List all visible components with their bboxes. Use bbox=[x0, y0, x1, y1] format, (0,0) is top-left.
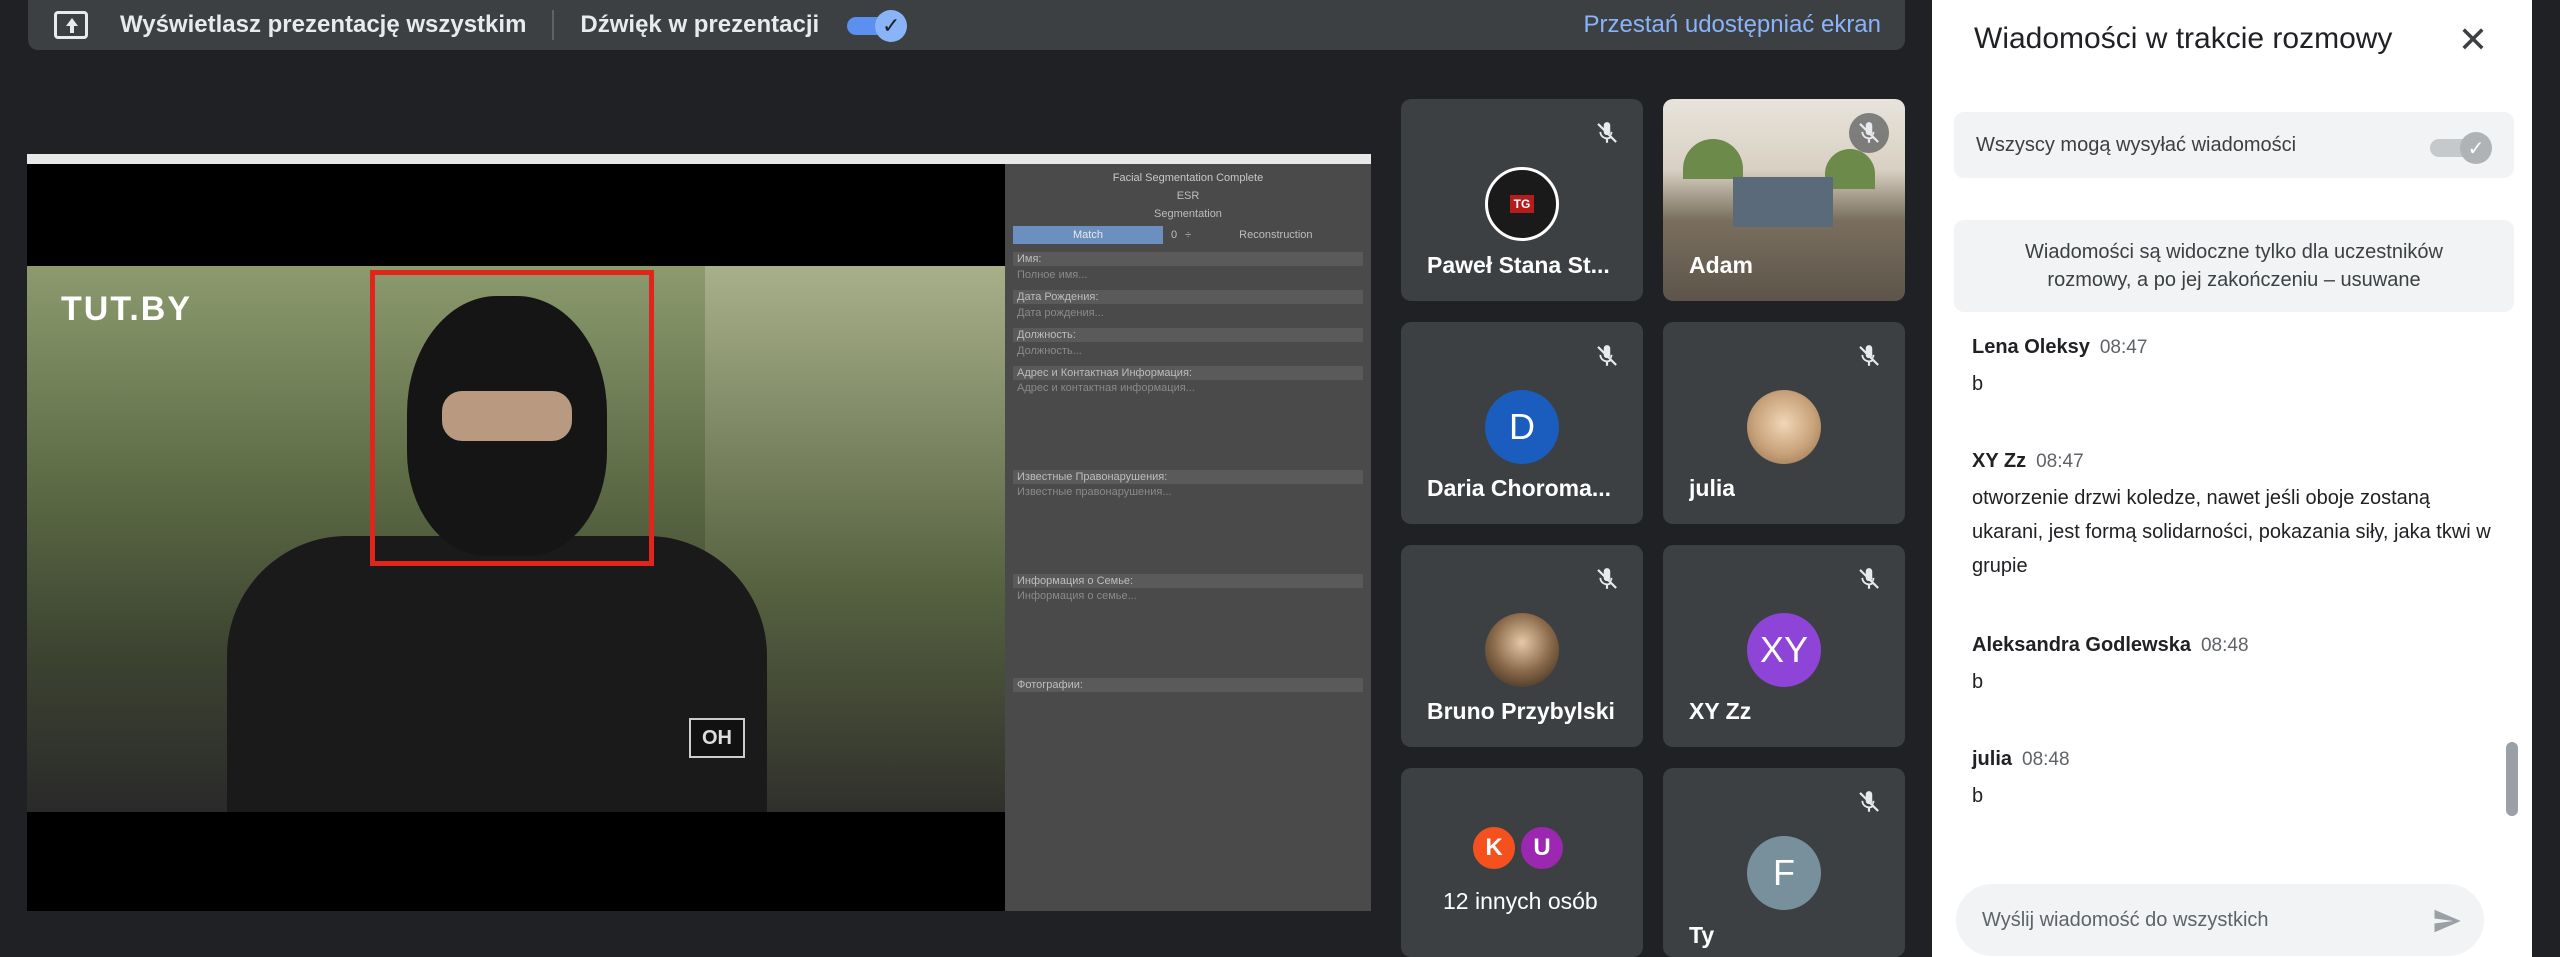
chat-message: julia 08:48 b bbox=[1972, 748, 2492, 813]
presenting-bar: Wyświetlasz prezentację wszystkim Dźwięk… bbox=[28, 0, 1905, 50]
send-icon[interactable] bbox=[2432, 906, 2462, 936]
avatar: XY bbox=[1747, 613, 1821, 687]
shared-screen: TUT.BY OH Facial Segmentation Complete E… bbox=[27, 154, 1371, 911]
room-screen bbox=[1733, 177, 1833, 227]
field-input-name[interactable]: Полное имя... bbox=[1013, 268, 1363, 282]
field-input-offenses[interactable]: Известные правонарушения... bbox=[1013, 486, 1363, 566]
chat-input[interactable] bbox=[1982, 902, 2422, 938]
panel-line-segmentation: Segmentation bbox=[1154, 208, 1222, 220]
panel-line-esr: ESR bbox=[1176, 190, 1200, 202]
face-detection-box bbox=[370, 270, 654, 566]
panel-title: Facial Segmentation Complete bbox=[1112, 172, 1264, 184]
participant-tile[interactable]: D Daria Choroma... bbox=[1401, 322, 1643, 524]
field-label-position: Должность: bbox=[1013, 328, 1363, 342]
spin-icon[interactable]: ÷ bbox=[1185, 229, 1191, 241]
match-row: Match 0 ÷ Reconstruction bbox=[1013, 226, 1363, 244]
permission-label: Wszyscy mogą wysyłać wiadomości bbox=[1976, 133, 2297, 156]
avatar: F bbox=[1747, 836, 1821, 910]
mic-off-icon bbox=[1849, 782, 1889, 822]
audio-label: Dźwięk w prezentacji bbox=[580, 11, 820, 38]
match-value: 0 bbox=[1171, 229, 1178, 241]
participant-name: Adam bbox=[1689, 252, 1753, 278]
participant-tile[interactable]: julia bbox=[1663, 322, 1905, 524]
field-label-address: Адрес и Контактная Информация: bbox=[1013, 366, 1363, 380]
participant-tile[interactable]: Adam bbox=[1663, 99, 1905, 301]
match-button[interactable]: Match bbox=[1013, 226, 1163, 244]
chat-input-container bbox=[1956, 884, 2484, 956]
mic-off-icon bbox=[1587, 113, 1627, 153]
message-author: XY Zz bbox=[1972, 450, 2027, 472]
message-text: b bbox=[1972, 671, 1984, 693]
video-frame: TUT.BY OH bbox=[27, 266, 1005, 812]
message-text: b bbox=[1972, 785, 1984, 807]
mic-off-icon bbox=[1849, 336, 1889, 376]
person-body bbox=[227, 536, 767, 812]
window-titlebar bbox=[27, 154, 1371, 164]
message-time: 08:48 bbox=[2200, 635, 2249, 656]
message-time: 08:48 bbox=[2022, 749, 2070, 770]
uniform-patch: OH bbox=[689, 718, 745, 758]
avatar: D bbox=[1485, 390, 1559, 464]
field-input-family[interactable]: Информация о семье... bbox=[1013, 590, 1363, 670]
participant-name: Ty bbox=[1689, 922, 1715, 948]
avatar bbox=[1485, 613, 1559, 687]
mic-off-icon bbox=[1849, 559, 1889, 599]
message-time: 08:47 bbox=[2099, 337, 2148, 358]
field-label-name: Имя: bbox=[1013, 252, 1363, 266]
present-to-all-icon bbox=[54, 11, 88, 39]
field-label-offenses: Известные Правонарушения: bbox=[1013, 470, 1363, 484]
audio-toggle[interactable]: ✓ bbox=[847, 10, 908, 42]
plant-left bbox=[1683, 139, 1743, 179]
chat-message: Lena Oleksy 08:47 b bbox=[1972, 336, 2492, 401]
field-label-photos: Фотографии: bbox=[1013, 678, 1363, 692]
field-input-dob[interactable]: Дата рождения... bbox=[1013, 306, 1363, 320]
reconstruction-button[interactable]: Reconstruction bbox=[1239, 229, 1312, 241]
chat-permission-row: Wszyscy mogą wysyłać wiadomości ✓ bbox=[1954, 112, 2514, 178]
check-icon: ✓ bbox=[875, 10, 908, 42]
participant-name: Daria Choroma... bbox=[1427, 475, 1612, 501]
participant-name: Paweł Stana St... bbox=[1427, 252, 1610, 278]
chat-message: Aleksandra Godlewska 08:48 b bbox=[1972, 634, 2492, 699]
segmentation-panel: Facial Segmentation Complete ESR Segment… bbox=[1005, 164, 1371, 911]
mic-off-icon bbox=[1587, 559, 1627, 599]
others-tile[interactable]: K U 12 innych osób bbox=[1401, 768, 1643, 957]
message-text: otworzenie drzwi koledze, nawet jeśli ob… bbox=[1972, 487, 2491, 577]
chat-scrollbar[interactable] bbox=[2506, 742, 2518, 816]
field-label-dob: Дата Рождения: bbox=[1013, 290, 1363, 304]
message-author: Lena Oleksy bbox=[1972, 336, 2090, 358]
close-icon[interactable]: ✕ bbox=[2458, 20, 2488, 60]
avatar-badge: TG bbox=[1509, 195, 1535, 213]
others-count-label: 12 innych osób bbox=[1443, 888, 1598, 914]
stop-sharing-button[interactable]: Przestań udostępniać ekran bbox=[1583, 11, 1881, 39]
avatar: TG bbox=[1485, 167, 1559, 241]
participant-tile[interactable]: XY XY Zz bbox=[1663, 545, 1905, 747]
tv-logo: TUT.BY bbox=[61, 290, 192, 328]
message-author: julia bbox=[1972, 748, 2013, 770]
mic-off-icon bbox=[1587, 336, 1627, 376]
mic-off-icon bbox=[1849, 113, 1889, 153]
message-author: Aleksandra Godlewska bbox=[1972, 634, 2191, 656]
participant-tile[interactable]: Bruno Przybylski bbox=[1401, 545, 1643, 747]
divider bbox=[552, 10, 555, 40]
chat-title: Wiadomości w trakcie rozmowy bbox=[1974, 22, 2393, 55]
participant-name: XY Zz bbox=[1689, 698, 1752, 724]
message-text: b bbox=[1972, 373, 1984, 395]
check-icon: ✓ bbox=[2460, 132, 2492, 164]
avatar: U bbox=[1518, 824, 1566, 872]
participant-name: julia bbox=[1689, 475, 1736, 501]
field-input-address[interactable]: Адрес и контактная информация... bbox=[1013, 382, 1363, 462]
avatar: K bbox=[1470, 824, 1518, 872]
participant-tile[interactable]: TG Paweł Stana St... bbox=[1401, 99, 1643, 301]
avatar bbox=[1747, 390, 1821, 464]
message-time: 08:47 bbox=[2036, 451, 2084, 472]
participant-name: Bruno Przybylski bbox=[1427, 698, 1615, 724]
presenting-label: Wyświetlasz prezentację wszystkim bbox=[120, 11, 527, 38]
chat-notice: Wiadomości są widoczne tylko dla uczestn… bbox=[1954, 220, 2514, 312]
chat-panel: Wiadomości w trakcie rozmowy ✕ Wszyscy m… bbox=[1932, 0, 2532, 957]
permission-toggle[interactable]: ✓ bbox=[2430, 132, 2492, 164]
field-label-family: Информация о Семье: bbox=[1013, 574, 1363, 588]
self-tile[interactable]: F Ty bbox=[1663, 768, 1905, 957]
field-input-position[interactable]: Должность... bbox=[1013, 344, 1363, 358]
chat-message: XY Zz 08:47 otworzenie drzwi koledze, naw… bbox=[1972, 450, 2492, 583]
